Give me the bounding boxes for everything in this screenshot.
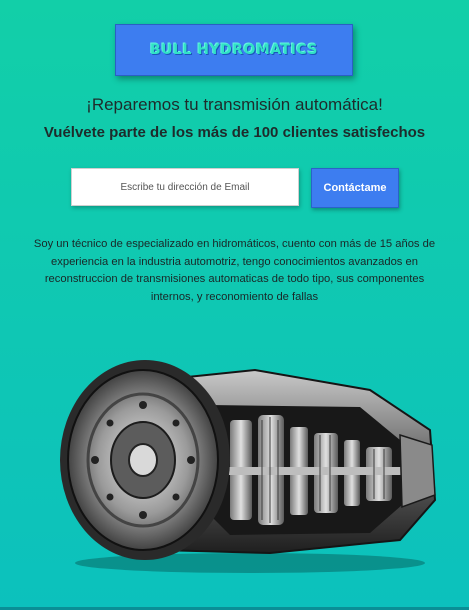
email-field[interactable]: [71, 168, 299, 206]
page-subheadline: Vuélvete parte de los más de 100 cliente…: [43, 124, 426, 141]
brand-logo-button[interactable]: BULL HYDROMATICS: [115, 24, 353, 76]
transmission-image: [60, 360, 437, 573]
contact-button[interactable]: Contáctame: [311, 168, 399, 208]
about-paragraph: Soy un técnico de especializado en hidro…: [33, 238, 436, 303]
page-headline: ¡Reparemos tu transmisión automática!: [86, 95, 383, 114]
